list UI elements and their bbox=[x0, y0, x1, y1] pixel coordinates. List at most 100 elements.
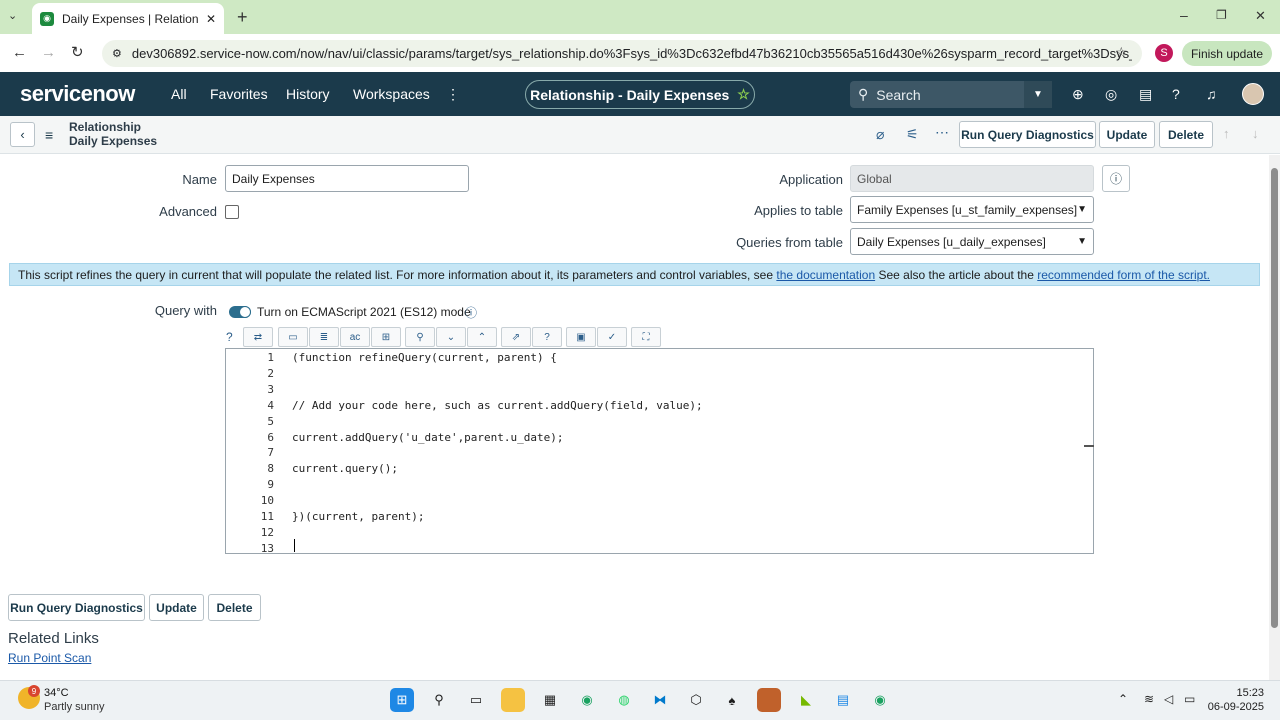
servicenow-logo[interactable]: servicenow bbox=[20, 81, 135, 107]
new-tab-icon[interactable]: + bbox=[237, 7, 248, 28]
toggle-syntax-icon[interactable]: ⇄ bbox=[243, 327, 273, 347]
queries-from-table-select[interactable]: Daily Expenses [u_daily_expenses] ▼ bbox=[850, 228, 1094, 255]
script-editor[interactable]: 1 (function refineQuery(current, parent) … bbox=[225, 348, 1094, 555]
line-number: 5 bbox=[267, 414, 274, 428]
windows-start-icon[interactable]: ⊞ bbox=[390, 688, 414, 712]
line-number: 4 bbox=[267, 398, 274, 412]
game-icon[interactable]: ♠ bbox=[720, 688, 744, 712]
close-tab-icon[interactable]: ✕ bbox=[206, 12, 216, 26]
update-button-bottom[interactable]: Update bbox=[149, 594, 204, 621]
applies-to-table-select[interactable]: Family Expenses [u_st_family_expenses] ▼ bbox=[850, 196, 1094, 223]
nvidia-icon[interactable]: ◣ bbox=[794, 688, 818, 712]
finish-update-button[interactable]: Finish update bbox=[1182, 41, 1272, 66]
run-point-scan-link[interactable]: Run Point Scan bbox=[8, 651, 91, 665]
application-label: Application bbox=[779, 172, 843, 187]
info-icon[interactable]: ⓘ bbox=[1102, 165, 1130, 192]
chat-icon[interactable]: ◎ bbox=[1105, 86, 1117, 103]
volume-icon[interactable]: ◁ bbox=[1164, 692, 1173, 706]
notifications-bell-icon[interactable]: ♫ bbox=[1206, 86, 1217, 102]
nav-favorites[interactable]: Favorites bbox=[210, 86, 268, 102]
user-avatar[interactable] bbox=[1242, 83, 1264, 105]
wifi-icon[interactable]: ≋ bbox=[1144, 692, 1154, 706]
info-text: This script refines the query in current… bbox=[18, 267, 774, 282]
delete-button-bottom[interactable]: Delete bbox=[208, 594, 261, 621]
reload-icon[interactable]: ↻ bbox=[71, 43, 84, 61]
address-bar[interactable]: ⚙ dev306892.service-now.com/now/nav/ui/c… bbox=[102, 40, 1142, 67]
help-icon[interactable]: ? bbox=[1172, 86, 1180, 102]
find-next-icon[interactable]: ⌄ bbox=[436, 327, 466, 347]
find-previous-icon[interactable]: ⌃ bbox=[467, 327, 497, 347]
more-actions-icon[interactable]: ⋯ bbox=[935, 124, 949, 141]
tab-list-button[interactable]: ⌄ bbox=[8, 9, 17, 22]
fullscreen-icon[interactable]: ⛶ bbox=[631, 327, 661, 347]
minimize-icon[interactable]: – bbox=[1180, 7, 1188, 23]
check-syntax-icon[interactable]: ✓ bbox=[597, 327, 627, 347]
save-icon[interactable]: ▣ bbox=[566, 327, 596, 347]
info-banner: This script refines the query in current… bbox=[9, 263, 1260, 286]
context-pill[interactable]: Relationship - Daily Expenses ☆ bbox=[525, 80, 755, 109]
search-scope-dropdown-icon[interactable]: ▼ bbox=[1024, 81, 1052, 108]
nav-history[interactable]: History bbox=[286, 86, 330, 102]
clock-date[interactable]: 06-09-2025 bbox=[1200, 701, 1264, 713]
store-icon[interactable]: ▦ bbox=[538, 688, 562, 712]
update-button[interactable]: Update bbox=[1099, 121, 1155, 148]
settings-sliders-icon[interactable]: ⚟ bbox=[906, 126, 919, 143]
back-icon[interactable]: ← bbox=[12, 44, 27, 61]
weather-badge: 9 bbox=[28, 685, 40, 697]
site-info-icon[interactable]: ⚙ bbox=[112, 47, 122, 60]
previous-record-icon[interactable]: ↑ bbox=[1223, 126, 1230, 141]
ecma-help-icon[interactable]: ⓘ bbox=[465, 304, 477, 321]
chrome-profile-icon[interactable]: ◉ bbox=[868, 688, 892, 712]
ecma-toggle[interactable] bbox=[229, 306, 251, 318]
comment-icon[interactable]: ▭ bbox=[278, 327, 308, 347]
back-button[interactable]: ‹ bbox=[10, 122, 35, 147]
recommended-form-link[interactable]: recommended form of the script. bbox=[1037, 268, 1210, 282]
favorite-star-icon[interactable]: ☆ bbox=[737, 86, 750, 103]
attachment-icon[interactable]: ⌀ bbox=[876, 126, 884, 143]
run-query-diagnostics-button[interactable]: Run Query Diagnostics bbox=[959, 121, 1096, 148]
nav-workspaces[interactable]: Workspaces bbox=[353, 86, 430, 102]
search-taskbar-icon[interactable]: ⚲ bbox=[427, 688, 451, 712]
editor-help-icon[interactable]: ? bbox=[226, 330, 233, 344]
bookmark-star-icon[interactable]: ☆ bbox=[1115, 44, 1128, 61]
form-type-label: Relationship bbox=[69, 120, 142, 134]
close-window-icon[interactable]: ✕ bbox=[1255, 8, 1266, 24]
name-field[interactable]: Daily Expenses bbox=[225, 165, 469, 192]
delete-button[interactable]: Delete bbox=[1159, 121, 1213, 148]
chrome-icon[interactable]: ◉ bbox=[575, 688, 599, 712]
format-code-icon[interactable]: ≣ bbox=[309, 327, 339, 347]
replace-icon[interactable]: ⇗ bbox=[501, 327, 531, 347]
search-code-icon[interactable]: ⚲ bbox=[405, 327, 435, 347]
nav-all[interactable]: All bbox=[171, 86, 187, 102]
more-menu-icon[interactable]: ⋮ bbox=[446, 86, 460, 103]
run-query-diagnostics-button-bottom[interactable]: Run Query Diagnostics bbox=[8, 594, 145, 621]
file-explorer-icon[interactable] bbox=[501, 688, 525, 712]
autocomplete-icon[interactable]: ac bbox=[340, 327, 370, 347]
battery-icon[interactable]: ▭ bbox=[1184, 692, 1195, 706]
documentation-link[interactable]: the documentation bbox=[776, 268, 875, 282]
vscode-icon[interactable]: ⧓ bbox=[648, 688, 672, 712]
browser-tab[interactable]: ◉ Daily Expenses | Relationship | S ✕ bbox=[32, 3, 224, 34]
studio-icon[interactable]: ▤ bbox=[1139, 86, 1152, 103]
form-menu-icon[interactable]: ≡ bbox=[45, 127, 53, 143]
weather-desc: Partly sunny bbox=[44, 701, 105, 713]
clock-time[interactable]: 15:23 bbox=[1218, 687, 1264, 699]
global-search[interactable]: ⚲ Search bbox=[850, 81, 1052, 108]
notepad-icon[interactable]: ▤ bbox=[831, 688, 855, 712]
tray-chevron-icon[interactable]: ⌃ bbox=[1118, 692, 1128, 706]
application-field: Global bbox=[850, 165, 1094, 192]
globe-icon[interactable]: ⊕ bbox=[1072, 86, 1084, 103]
code-line: (function refineQuery(current, parent) { bbox=[292, 351, 557, 364]
forward-icon[interactable]: → bbox=[41, 44, 56, 61]
page-scrollbar-thumb[interactable] bbox=[1271, 168, 1278, 628]
advanced-checkbox[interactable] bbox=[225, 205, 239, 219]
script-debug-icon[interactable]: ⊞ bbox=[371, 327, 401, 347]
script-help-icon[interactable]: ? bbox=[532, 327, 562, 347]
task-view-icon[interactable]: ▭ bbox=[464, 688, 488, 712]
next-record-icon[interactable]: ↓ bbox=[1252, 126, 1259, 141]
profile-avatar[interactable]: S bbox=[1155, 44, 1173, 62]
app-icon[interactable]: ⬡ bbox=[684, 688, 708, 712]
whatsapp-icon[interactable]: ◍ bbox=[612, 688, 636, 712]
photo-app-icon[interactable] bbox=[757, 688, 781, 712]
maximize-icon[interactable]: ❐ bbox=[1216, 8, 1227, 22]
